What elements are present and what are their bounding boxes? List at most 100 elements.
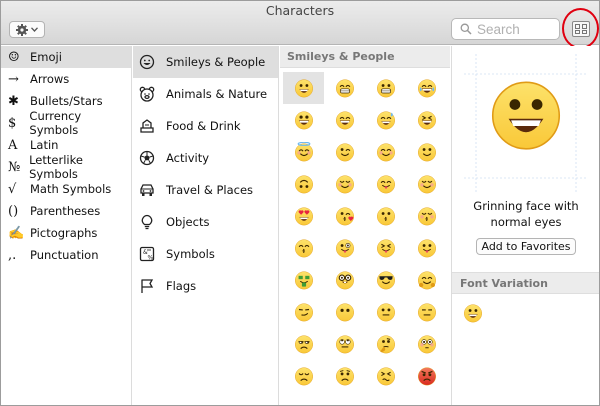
category-glyph-icon: () bbox=[8, 203, 19, 219]
emoji-yum-icon[interactable] bbox=[365, 168, 406, 200]
emoji-grimace-icon[interactable] bbox=[365, 72, 406, 104]
emoji-relieved-icon[interactable] bbox=[324, 168, 365, 200]
emoji-angry-icon[interactable] bbox=[406, 360, 447, 392]
primary-category-punctuation[interactable]: ,. Punctuation bbox=[1, 244, 131, 266]
emoji-kiss-icon[interactable] bbox=[365, 200, 406, 232]
emoji-category-smileys-people[interactable]: Smileys & People bbox=[133, 46, 278, 78]
font-variation-grinning-icon[interactable] bbox=[463, 303, 483, 326]
category-glyph-icon: $ bbox=[8, 115, 17, 131]
characters-window: Characters Search ☺ Emoji → Arrows ✱ Bul… bbox=[0, 0, 600, 406]
collapse-view-button[interactable] bbox=[572, 21, 590, 37]
car-icon bbox=[139, 182, 166, 198]
emoji-smile-big-icon[interactable] bbox=[324, 104, 365, 136]
emoji-slight-smile-icon[interactable] bbox=[406, 136, 447, 168]
emoji-category-flags[interactable]: Flags bbox=[133, 270, 278, 302]
emoji-unamused-icon[interactable] bbox=[283, 328, 324, 360]
category-label: Math Symbols bbox=[30, 182, 112, 196]
emoji-tongue-icon[interactable] bbox=[406, 232, 447, 264]
category-glyph-icon: ✱ bbox=[8, 93, 19, 109]
category-label: Bullets/Stars bbox=[30, 94, 103, 108]
primary-category-emoji[interactable]: ☺ Emoji bbox=[1, 46, 131, 68]
emoji-kiss-heart-icon[interactable] bbox=[324, 200, 365, 232]
food-icon bbox=[139, 118, 166, 134]
ball-icon bbox=[139, 150, 166, 166]
emoji-nerd-icon[interactable] bbox=[324, 264, 365, 296]
emoji-tongue-wink-icon[interactable] bbox=[324, 232, 365, 264]
category-label: Latin bbox=[30, 138, 59, 152]
emoji-sweat-smile-icon[interactable] bbox=[365, 104, 406, 136]
category-label: Activity bbox=[166, 151, 210, 165]
emoji-category-activity[interactable]: Activity bbox=[133, 142, 278, 174]
emoji-wink-icon[interactable] bbox=[324, 136, 365, 168]
emoji-category-objects[interactable]: Objects bbox=[133, 206, 278, 238]
emoji-upside-down-icon[interactable] bbox=[283, 168, 324, 200]
symbols-icon: &% bbox=[139, 246, 166, 262]
category-label: Travel & Places bbox=[166, 183, 254, 197]
category-glyph-icon: A bbox=[8, 137, 18, 153]
action-menu-button[interactable] bbox=[9, 21, 45, 38]
grid-section-header: Smileys & People bbox=[280, 46, 450, 68]
primary-category-pictographs[interactable]: ✍ Pictographs bbox=[1, 222, 131, 244]
emoji-heart-eyes-icon[interactable] bbox=[283, 200, 324, 232]
category-glyph-icon: √ bbox=[8, 181, 17, 197]
character-viewer-icon bbox=[575, 24, 587, 34]
primary-category-letterlike-symbols[interactable]: № Letterlike Symbols bbox=[1, 153, 131, 181]
primary-category-parentheses[interactable]: () Parentheses bbox=[1, 200, 131, 222]
category-label: Food & Drink bbox=[166, 119, 241, 133]
character-name: Grinning face with normal eyes bbox=[473, 199, 579, 229]
emoji-smirk-icon[interactable] bbox=[283, 296, 324, 328]
category-label: Flags bbox=[166, 279, 197, 293]
primary-category-arrows[interactable]: → Arrows bbox=[1, 68, 131, 90]
font-variation-header: Font Variation bbox=[452, 272, 599, 294]
category-glyph-icon: ✍ bbox=[8, 225, 25, 241]
category-label: Pictographs bbox=[30, 226, 98, 240]
emoji-thinking-icon[interactable] bbox=[365, 328, 406, 360]
emoji-category-travel-places[interactable]: Travel & Places bbox=[133, 174, 278, 206]
window-title: Characters bbox=[265, 3, 335, 18]
emoji-no-mouth-icon[interactable] bbox=[324, 296, 365, 328]
grinning-face-large-icon bbox=[488, 76, 564, 155]
primary-category-math-symbols[interactable]: √ Math Symbols bbox=[1, 178, 131, 200]
search-input[interactable] bbox=[477, 21, 551, 37]
category-label: Emoji bbox=[30, 50, 62, 64]
emoji-category-symbols[interactable]: &% Symbols bbox=[133, 238, 278, 270]
category-label: Symbols bbox=[166, 247, 215, 261]
emoji-worried-icon[interactable] bbox=[324, 360, 365, 392]
emoji-persevere-icon[interactable] bbox=[365, 360, 406, 392]
character-preview bbox=[464, 54, 588, 194]
emoji-kiss-smile-icon[interactable] bbox=[283, 232, 324, 264]
emoji-eye-roll-icon[interactable] bbox=[324, 328, 365, 360]
emoji-flushed-icon[interactable] bbox=[406, 328, 447, 360]
primary-category-currency-symbols[interactable]: $ Currency Symbols bbox=[1, 109, 131, 137]
emoji-money-icon[interactable] bbox=[283, 264, 324, 296]
emoji-smile-open-icon[interactable] bbox=[283, 104, 324, 136]
emoji-tears-of-joy-icon[interactable] bbox=[406, 72, 447, 104]
emoji-grid-pane: Smileys & People bbox=[280, 46, 450, 405]
emoji-kiss-closed-icon[interactable] bbox=[406, 200, 447, 232]
emoji-blush-icon[interactable] bbox=[365, 136, 406, 168]
emoji-grin-icon[interactable] bbox=[324, 72, 365, 104]
smiley-icon bbox=[139, 54, 166, 70]
character-detail-pane: Grinning face with normal eyes Add to Fa… bbox=[451, 46, 599, 405]
category-label: Animals & Nature bbox=[166, 87, 268, 101]
add-to-favorites-button[interactable]: Add to Favorites bbox=[476, 238, 576, 255]
emoji-category-animals-nature[interactable]: Animals & Nature bbox=[133, 78, 278, 110]
emoji-disappointed-icon[interactable] bbox=[283, 360, 324, 392]
emoji-hug-icon[interactable] bbox=[406, 264, 447, 296]
emoji-relaxed-icon[interactable] bbox=[406, 168, 447, 200]
search-icon bbox=[460, 23, 472, 35]
category-glyph-icon: № bbox=[8, 159, 21, 175]
emoji-neutral-icon[interactable] bbox=[365, 296, 406, 328]
emoji-category-food-drink[interactable]: Food & Drink bbox=[133, 110, 278, 142]
emoji-halo-icon[interactable] bbox=[283, 136, 324, 168]
search-field[interactable] bbox=[451, 18, 560, 40]
emoji-laughing-icon[interactable] bbox=[406, 104, 447, 136]
emoji-tongue-closed-icon[interactable] bbox=[365, 232, 406, 264]
emoji-grinning-icon[interactable] bbox=[283, 72, 324, 104]
emoji-sunglasses-icon[interactable] bbox=[365, 264, 406, 296]
category-glyph-icon: → bbox=[8, 71, 19, 87]
emoji-expressionless-icon[interactable] bbox=[406, 296, 447, 328]
lightbulb-icon bbox=[139, 214, 166, 230]
category-label: Letterlike Symbols bbox=[29, 153, 83, 181]
category-label: Currency Symbols bbox=[29, 109, 82, 137]
